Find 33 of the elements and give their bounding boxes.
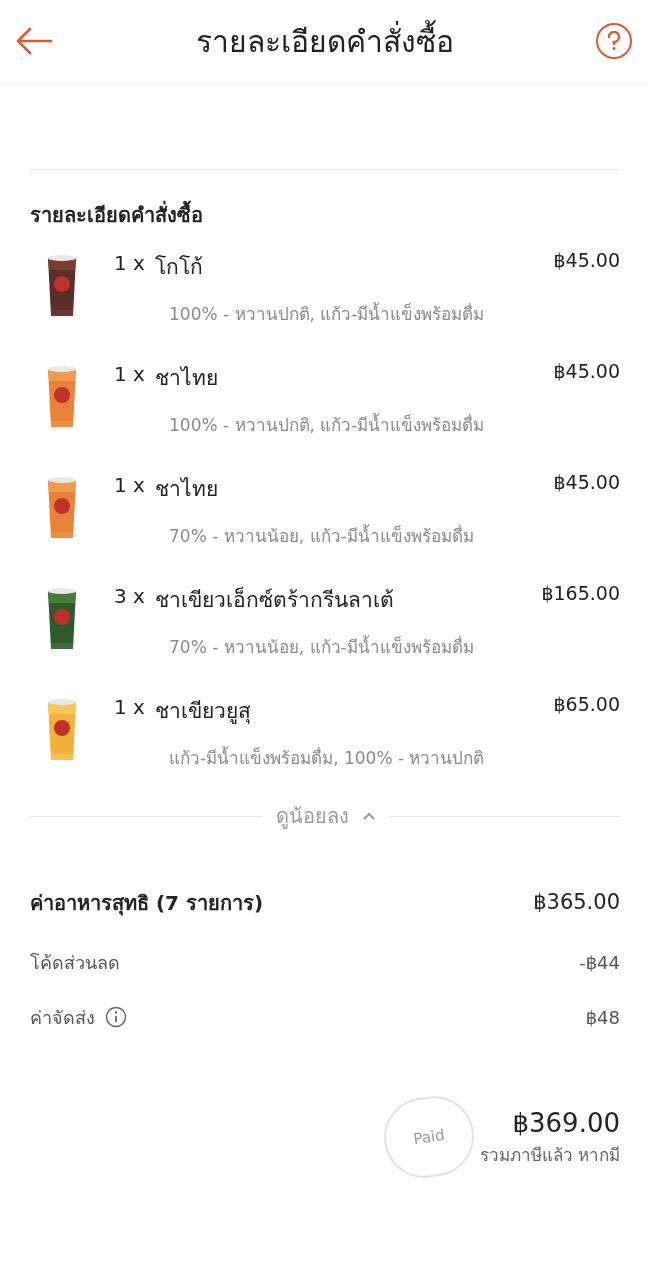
item-quantity: 3 x [113,583,146,610]
item-quantity: 1 x [113,361,146,388]
item-options: 100% - หวานปกติ, แก้ว-มีน้ำแข็งพร้อมดื่ม [169,301,620,327]
item-options: 70% - หวานน้อย, แก้ว-มีน้ำแข็งพร้อมดื่ม [169,634,620,660]
item-quantity: 1 x [113,472,146,499]
summary-value: -฿44 [579,950,620,975]
subtotal-label: ค่าอาหารสุทธิ (7 รายการ) [30,889,264,918]
summary-label: โค้ดส่วนลด [30,950,120,975]
item-quantity: 1 x [113,694,146,721]
item-name: ชาเขียวเอ็กซ์ตร้ากรีนลาเต้ [155,585,395,614]
summary-label: ค่าจัดส่ง [30,1005,95,1030]
item-name: ชาไทย [155,365,219,392]
item-options: 70% - หวานน้อย, แก้ว-มีน้ำแข็งพร้อมดื่ม [169,523,620,549]
item-name: โกโก้ [155,254,204,281]
page-title: รายละเอียดคำสั่งซื้อ [196,18,454,64]
item-price: ฿65.00 [553,692,620,717]
item-price: ฿45.00 [553,359,620,384]
item-quantity: 1 x [113,250,146,277]
item-options: 100% - หวานปกติ, แก้ว-มีน้ำแข็งพร้อมดื่ม [169,412,620,438]
info-icon[interactable] [105,1006,127,1028]
item-name: ชาเขียวยูสุ [155,698,252,726]
item-name: ชาไทย [155,476,219,503]
total-value: ฿369.00 [512,1107,620,1141]
item-price: ฿45.00 [553,470,620,495]
subtotal-value: ฿365.00 [533,889,620,916]
section-title: รายละเอียดคำสั่งซื้อ [30,200,620,230]
item-price: ฿165.00 [541,581,620,606]
help-icon[interactable] [596,23,632,59]
show-less-toggle[interactable]: ดูน้อยลง [275,801,375,831]
tax-note: รวมภาษีแล้ว หากมี [479,1144,620,1168]
summary-value: ฿48 [585,1005,620,1030]
item-price: ฿45.00 [553,248,620,273]
item-options: แก้ว-มีน้ำแข็งพร้อมดื่ม, 100% - หวานปกติ [169,745,620,771]
